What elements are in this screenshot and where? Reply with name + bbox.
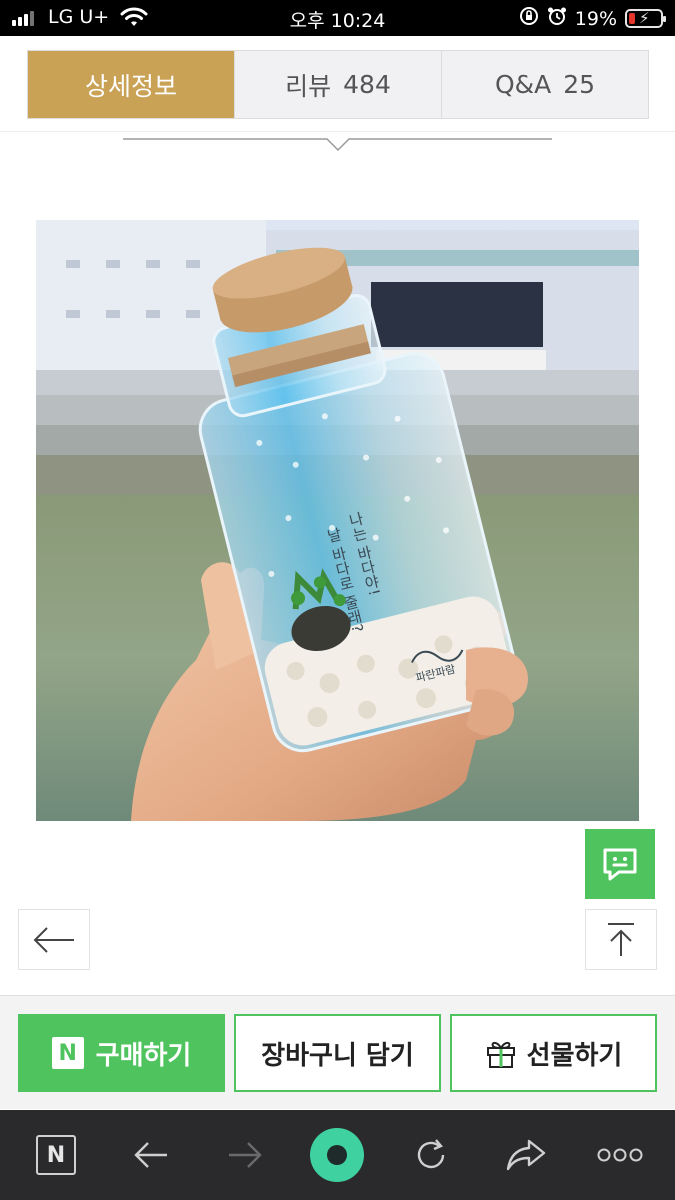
share-button[interactable] xyxy=(500,1110,552,1200)
naver-home-button[interactable]: N xyxy=(30,1110,82,1200)
tab-label: 리뷰 xyxy=(285,71,332,101)
product-tabs: 상세정보 리뷰 484 Q&A 25 xyxy=(27,50,649,119)
forward-nav-button[interactable] xyxy=(220,1110,270,1200)
browser-toolbar: N xyxy=(0,1110,675,1200)
section-pointer xyxy=(123,138,552,152)
purchase-bar: N 구매하기 장바구니 담기 선물하기 xyxy=(0,995,675,1109)
tab-details[interactable]: 상세정보 xyxy=(28,51,234,118)
buy-button[interactable]: N 구매하기 xyxy=(18,1014,225,1092)
back-icon xyxy=(134,1142,167,1168)
gift-icon xyxy=(485,1037,517,1069)
talk-talk-button[interactable] xyxy=(585,829,655,899)
forward-icon xyxy=(229,1142,262,1168)
share-icon xyxy=(506,1139,546,1171)
orientation-lock-icon xyxy=(519,6,539,31)
arrow-left-icon xyxy=(33,926,74,953)
back-button[interactable] xyxy=(18,909,90,970)
buy-label: 구매하기 xyxy=(95,1040,192,1071)
battery-icon: ⚡ xyxy=(625,9,666,28)
tab-qna[interactable]: Q&A 25 xyxy=(441,51,648,118)
cart-label: 장바구니 담기 xyxy=(261,1040,414,1071)
tab-label: 상세정보 xyxy=(84,71,177,101)
more-button[interactable] xyxy=(592,1110,648,1200)
tab-count: 484 xyxy=(343,70,391,99)
product-photo: 나는 바다야! 날 바다로 줄래? 파란파람 xyxy=(36,220,639,821)
status-bar: LG U+ 오후 10:24 19% ⚡ xyxy=(0,0,675,36)
green-dot-icon xyxy=(310,1128,364,1182)
green-dot-button[interactable] xyxy=(308,1110,366,1200)
tab-label: Q&A xyxy=(494,70,552,99)
screen: LG U+ 오후 10:24 19% ⚡ 상세정보 리뷰 484 Q&A 25 … xyxy=(0,0,675,1200)
tab-reviews[interactable]: 리뷰 484 xyxy=(234,51,441,118)
scroll-top-icon xyxy=(608,922,634,956)
alarm-icon xyxy=(547,6,567,31)
gift-button[interactable]: 선물하기 xyxy=(450,1014,657,1092)
naver-home-icon: N xyxy=(36,1135,76,1175)
reload-icon xyxy=(417,1139,445,1169)
divider xyxy=(0,131,675,132)
reload-button[interactable] xyxy=(406,1110,456,1200)
naver-pay-logo: N xyxy=(51,1037,84,1069)
gift-label: 선물하기 xyxy=(526,1040,623,1071)
more-icon xyxy=(597,1148,643,1162)
tab-count: 25 xyxy=(563,70,596,99)
chat-icon xyxy=(603,848,637,881)
naver-logo: N xyxy=(46,1142,66,1168)
add-to-cart-button[interactable]: 장바구니 담기 xyxy=(234,1014,441,1092)
back-nav-button[interactable] xyxy=(126,1110,176,1200)
battery-percent: 19% xyxy=(574,7,617,30)
scroll-top-button[interactable] xyxy=(585,909,657,970)
